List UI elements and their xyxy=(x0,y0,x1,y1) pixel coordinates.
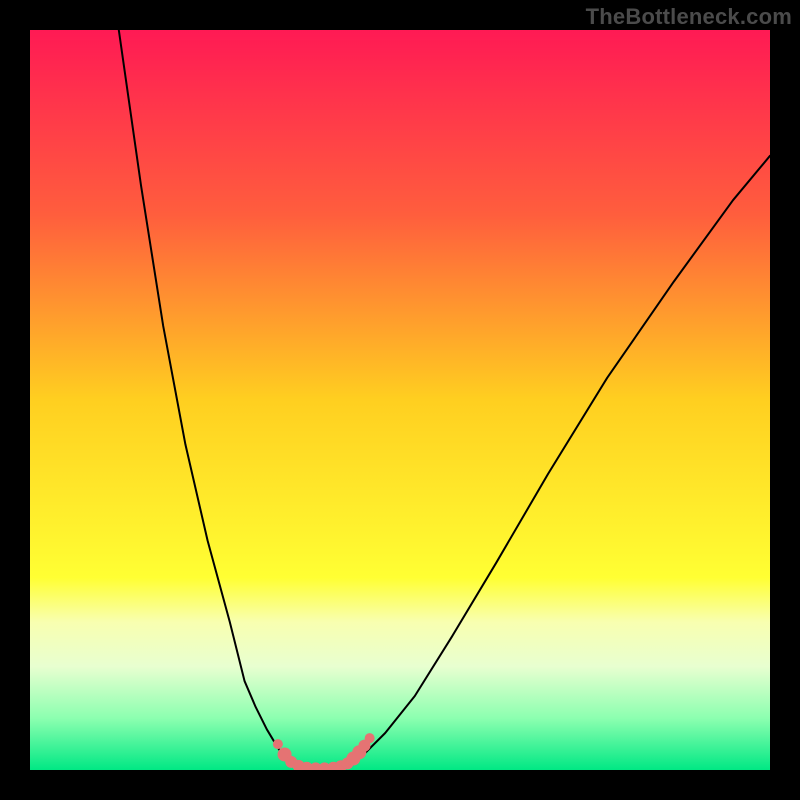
valley-marker xyxy=(365,733,375,743)
plot-area xyxy=(30,30,770,770)
bottleneck-curve-chart xyxy=(30,30,770,770)
chart-frame: TheBottleneck.com xyxy=(0,0,800,800)
gradient-background xyxy=(30,30,770,770)
watermark-text: TheBottleneck.com xyxy=(586,4,792,30)
valley-marker xyxy=(273,739,283,749)
